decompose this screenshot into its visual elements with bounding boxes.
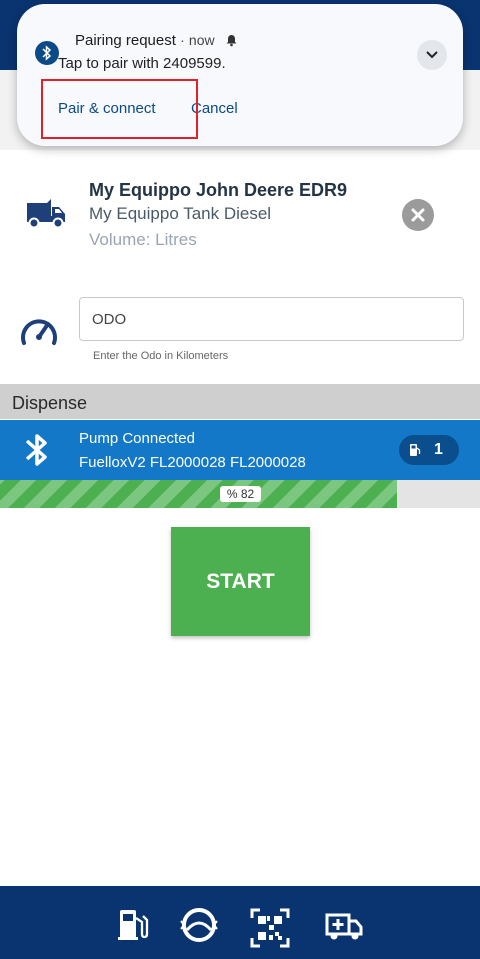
- qr-code-icon: [250, 908, 290, 948]
- pump-count: 1: [434, 441, 443, 458]
- vehicle-tank: My Equippo Tank Diesel: [89, 204, 272, 223]
- tire-icon: [180, 908, 218, 942]
- notification-header: Pairing request · now: [75, 32, 238, 51]
- notification-separator: ·: [180, 32, 185, 48]
- fuel-pump-icon: [410, 444, 421, 456]
- speedometer-icon: [20, 313, 58, 352]
- chevron-down-icon: [426, 51, 438, 59]
- pump-count-badge: [399, 435, 459, 465]
- progress-fill: [0, 480, 397, 508]
- bottom-nav: [0, 886, 480, 959]
- vehicle-name: My Equippo John Deere EDR9: [89, 180, 348, 200]
- odo-input[interactable]: [79, 297, 464, 341]
- nav-qr[interactable]: [250, 908, 290, 953]
- notification-title: Pairing request: [75, 32, 176, 49]
- app-screen: Pairing request · now Tap to pair with 2…: [0, 0, 480, 959]
- notification-body: Tap to pair with 2409599.: [58, 55, 226, 72]
- fuel-pump-icon: [118, 910, 149, 940]
- bell-icon: [225, 34, 238, 51]
- nav-fuel[interactable]: [117, 908, 149, 947]
- notification-time: now: [188, 32, 215, 48]
- vehicle-volume: Volume: Litres: [89, 230, 197, 249]
- dispense-label: Dispense: [12, 393, 88, 413]
- highlight-box: [41, 79, 198, 139]
- expand-button[interactable]: [417, 40, 447, 70]
- nav-tire[interactable]: [179, 908, 219, 947]
- remove-vehicle-button[interactable]: [402, 199, 434, 231]
- bluetooth-icon: [35, 41, 59, 65]
- start-button[interactable]: START: [171, 527, 310, 636]
- pump-status: Pump Connected: [79, 430, 195, 447]
- bluetooth-icon: [24, 432, 50, 473]
- nav-emergency[interactable]: [325, 912, 363, 947]
- odo-helper-text: Enter the Odo in Kilometers: [93, 350, 229, 362]
- pump-ids: FuelloxV2 FL2000028 FL2000028: [79, 454, 306, 471]
- progress-label: % 82: [220, 486, 261, 502]
- truck-icon: [25, 197, 67, 234]
- close-icon: [411, 208, 425, 222]
- ambulance-icon: [325, 913, 363, 940]
- cancel-button[interactable]: Cancel: [191, 100, 238, 117]
